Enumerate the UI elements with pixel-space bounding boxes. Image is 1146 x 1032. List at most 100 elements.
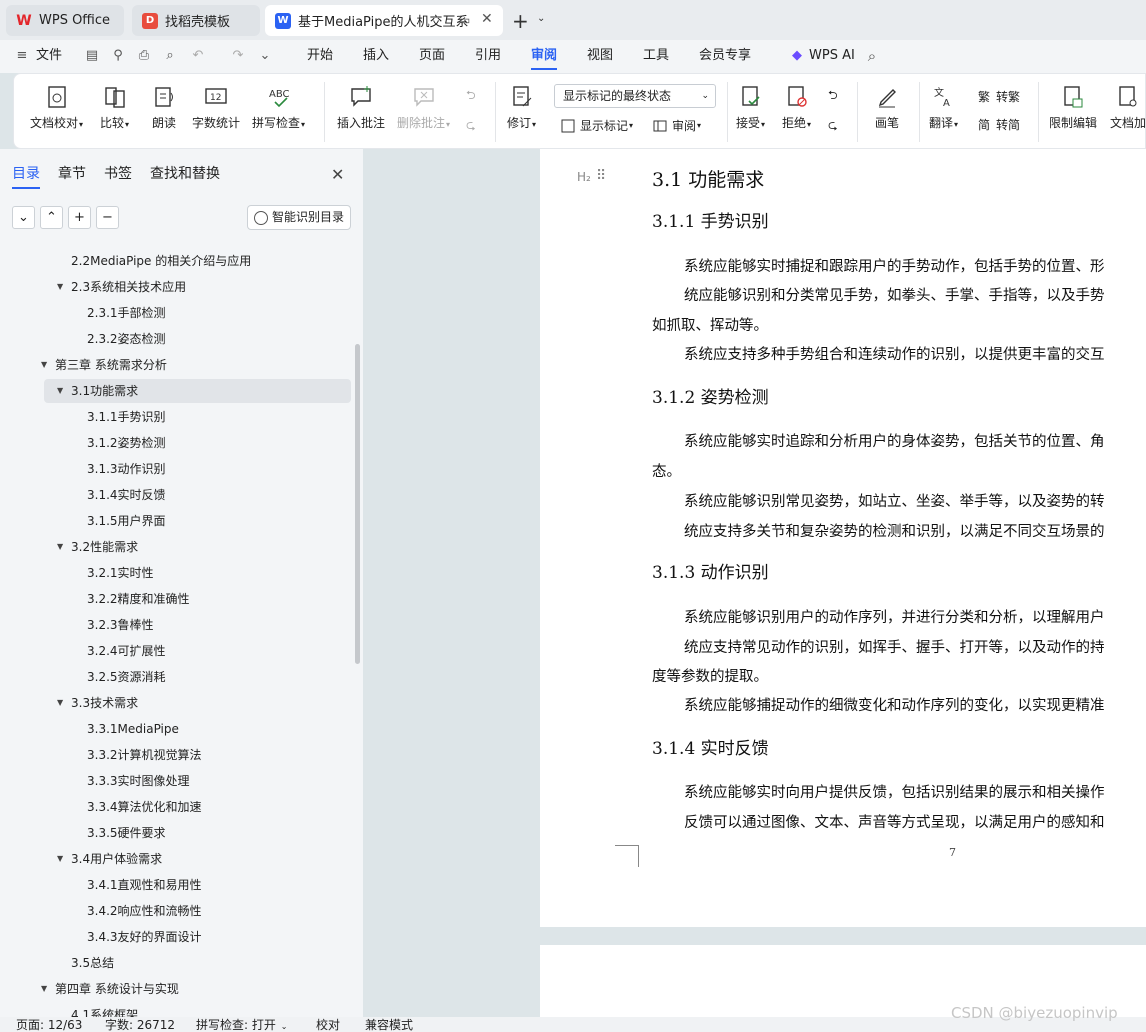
- close-tab-icon[interactable]: ✕: [481, 11, 493, 27]
- read-aloud-button[interactable]: 朗读: [152, 84, 176, 131]
- menu-page[interactable]: 页面: [419, 40, 445, 73]
- toc-item[interactable]: ▼ 2.3系统相关技术应用: [57, 275, 186, 299]
- collapse-down-button[interactable]: ⌄: [12, 206, 35, 229]
- caret-down-icon[interactable]: ▼: [57, 275, 63, 299]
- restrict-edit-button[interactable]: 限制编辑: [1049, 84, 1097, 131]
- toc-item[interactable]: 3.1.4实时反馈: [87, 483, 166, 507]
- toc-item-selected[interactable]: ▼ 3.1功能需求: [44, 379, 351, 403]
- menu-view[interactable]: 视图: [587, 40, 613, 73]
- toc-item[interactable]: ▼ 3.3技术需求: [57, 691, 138, 715]
- toc-item[interactable]: 3.4.2响应性和流畅性: [87, 899, 202, 923]
- hamburger-icon[interactable]: ≡: [14, 48, 30, 64]
- chevron-up-button[interactable]: ⌃: [40, 206, 63, 229]
- chevron-down-icon[interactable]: ⌄: [257, 48, 273, 64]
- toc-item[interactable]: 3.3.3实时图像处理: [87, 769, 190, 793]
- translate-button[interactable]: 文A 翻译▾: [929, 84, 958, 131]
- add-level-button[interactable]: +: [68, 206, 91, 229]
- menu-file[interactable]: 文件: [36, 40, 62, 73]
- caret-down-icon[interactable]: ▼: [41, 977, 47, 1001]
- prev-comment-icon[interactable]: ⮌: [466, 86, 476, 107]
- tab-bookmarks[interactable]: 书签: [104, 163, 132, 189]
- encrypt-doc-button[interactable]: 文档加: [1110, 84, 1146, 131]
- toc-item[interactable]: 3.2.2精度和准确性: [87, 587, 190, 611]
- toc-item[interactable]: 3.1.3动作识别: [87, 457, 166, 481]
- toc-item[interactable]: 2.3.1手部检测: [87, 301, 166, 325]
- toc-item[interactable]: 3.1.1手势识别: [87, 405, 166, 429]
- toc-item[interactable]: ▼ 3.2性能需求: [57, 535, 138, 559]
- toc-item[interactable]: 3.2.5资源消耗: [87, 665, 166, 689]
- search-icon[interactable]: ⌕: [864, 48, 880, 64]
- toc-item[interactable]: 2.2MediaPipe 的相关介绍与应用: [71, 249, 251, 273]
- tab-sections[interactable]: 章节: [58, 163, 86, 189]
- spell-check-button[interactable]: ABC 拼写检查▾: [252, 84, 305, 131]
- toc-item[interactable]: 3.3.2计算机视觉算法: [87, 743, 202, 767]
- menu-references[interactable]: 引用: [475, 40, 501, 73]
- menu-home[interactable]: 开始: [307, 40, 333, 73]
- close-icon[interactable]: ✕: [331, 165, 344, 184]
- markup-state-select[interactable]: 显示标记的最终状态 ⌄: [554, 84, 716, 108]
- toc-item[interactable]: 3.4.3友好的界面设计: [87, 925, 202, 949]
- toc-item[interactable]: 3.5总结: [71, 951, 114, 975]
- nav-scrollbar[interactable]: [355, 344, 360, 664]
- toc-item[interactable]: 3.3.4算法优化和加速: [87, 795, 202, 819]
- page-indicator[interactable]: 页面: 12/63: [16, 1018, 82, 1032]
- chevron-down-icon[interactable]: ⌄: [537, 13, 545, 24]
- remove-level-button[interactable]: −: [96, 206, 119, 229]
- to-traditional-button[interactable]: 繁 转繁: [976, 88, 1020, 105]
- tab-find-replace[interactable]: 查找和替换: [150, 163, 220, 189]
- compare-button[interactable]: 比较▾: [100, 84, 129, 131]
- caret-down-icon[interactable]: ▼: [41, 353, 47, 377]
- to-simplified-button[interactable]: 简 转简: [976, 116, 1020, 133]
- insert-comment-button[interactable]: 插入批注: [337, 84, 385, 131]
- drag-handle-icon[interactable]: ⠿: [596, 168, 606, 184]
- toc-item[interactable]: 3.3.5硬件要求: [87, 821, 166, 845]
- caret-down-icon[interactable]: ▼: [57, 847, 63, 871]
- tab-wps-office[interactable]: W WPS Office: [6, 5, 124, 36]
- toc-item[interactable]: 3.2.1实时性: [87, 561, 154, 585]
- reject-button[interactable]: 拒绝▾: [782, 84, 811, 131]
- toc-item[interactable]: ▼ 第四章 系统设计与实现: [41, 977, 179, 1001]
- caret-down-icon[interactable]: ▼: [57, 379, 63, 403]
- delete-comment-button[interactable]: 删除批注▾: [397, 84, 450, 131]
- toc-item[interactable]: ▼ 3.4用户体验需求: [57, 847, 162, 871]
- save-icon[interactable]: ▤: [84, 48, 100, 64]
- review-pane-button[interactable]: 审阅 ▾: [652, 117, 701, 134]
- print-preview-icon[interactable]: ⌕: [162, 48, 178, 64]
- menu-insert[interactable]: 插入: [363, 40, 389, 73]
- new-tab-icon[interactable]: +: [512, 9, 529, 33]
- prev-change-icon[interactable]: ⮌: [828, 86, 838, 107]
- toc-item[interactable]: 3.1.5用户界面: [87, 509, 166, 533]
- screen-icon[interactable]: ▭: [459, 13, 470, 27]
- word-count-indicator[interactable]: 字数: 26712: [105, 1018, 175, 1032]
- caret-down-icon[interactable]: ▼: [57, 535, 63, 559]
- spell-check-status[interactable]: 拼写检查: 打开 ⌄: [196, 1018, 287, 1032]
- next-change-icon[interactable]: ⮎: [828, 116, 838, 137]
- link-icon[interactable]: ⚲: [110, 48, 126, 64]
- next-comment-icon[interactable]: ⮎: [466, 116, 476, 137]
- toc-item[interactable]: 3.3.1MediaPipe: [87, 717, 179, 741]
- toc-item[interactable]: 3.1.2姿势检测: [87, 431, 166, 455]
- tab-docer-templates[interactable]: D 找稻壳模板: [132, 5, 260, 36]
- show-markup-button[interactable]: 显示标记 ▾: [560, 117, 633, 134]
- word-count-button[interactable]: 12 字数统计: [192, 84, 240, 131]
- toc-item[interactable]: 2.3.2姿态检测: [87, 327, 166, 351]
- toc-item[interactable]: 3.2.3鲁棒性: [87, 613, 154, 637]
- caret-down-icon[interactable]: ▼: [57, 691, 63, 715]
- menu-tools[interactable]: 工具: [643, 40, 669, 73]
- proofread-button[interactable]: 文档校对▾: [30, 84, 83, 131]
- redo-icon[interactable]: ↷: [230, 48, 246, 64]
- smart-toc-button[interactable]: 智能识别目录: [247, 205, 351, 230]
- menu-member[interactable]: 会员专享: [699, 40, 751, 73]
- accept-button[interactable]: 接受▾: [736, 84, 765, 131]
- tab-document[interactable]: W 基于MediaPipe的人机交互系 ▭ ✕: [265, 5, 503, 36]
- menu-review[interactable]: 审阅: [531, 40, 558, 73]
- brush-button[interactable]: 画笔: [875, 84, 899, 131]
- toc-item[interactable]: 3.2.4可扩展性: [87, 639, 166, 663]
- revise-button[interactable]: 修订▾: [507, 84, 536, 131]
- print-icon[interactable]: ⎙: [136, 48, 152, 64]
- toc-item[interactable]: ▼ 第三章 系统需求分析: [41, 353, 167, 377]
- proof-status[interactable]: 校对: [316, 1018, 340, 1032]
- toc-item[interactable]: 3.4.1直观性和易用性: [87, 873, 202, 897]
- menu-wps-ai[interactable]: WPS AI: [809, 40, 855, 73]
- undo-icon[interactable]: ↶: [190, 48, 206, 64]
